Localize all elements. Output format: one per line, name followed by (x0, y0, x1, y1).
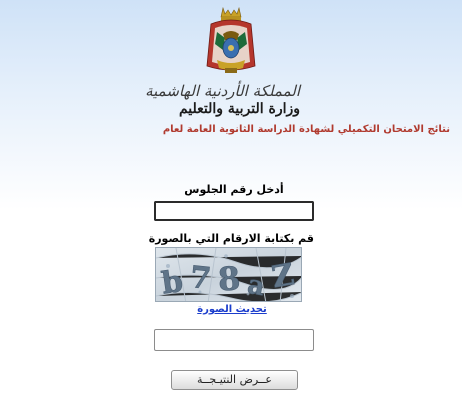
page-title: نتائج الامتحان التكميلي لشهادة الدراسة ا… (162, 124, 450, 135)
jordan-coat-of-arms-icon (206, 6, 256, 73)
captcha-input[interactable] (154, 329, 314, 351)
captcha-char: 7 (188, 260, 212, 297)
seat-number-label: أدخل رقم الجلوس (184, 183, 284, 196)
captcha-char: 8 (217, 259, 242, 298)
seat-number-input[interactable] (154, 201, 314, 221)
captcha-label: قم بكتابة الارقام التي بالصورة (148, 232, 314, 245)
refresh-captcha-link[interactable]: تحديث الصورة (180, 304, 284, 315)
show-result-button[interactable]: عــرض النتيـجــة (171, 370, 298, 390)
ministry-name: وزارة التربية والتعليم (178, 101, 300, 117)
kingdom-name: المملكة الأردنية الهاشمية (145, 82, 300, 100)
captcha-image: b 7 8 a Z (155, 247, 302, 302)
